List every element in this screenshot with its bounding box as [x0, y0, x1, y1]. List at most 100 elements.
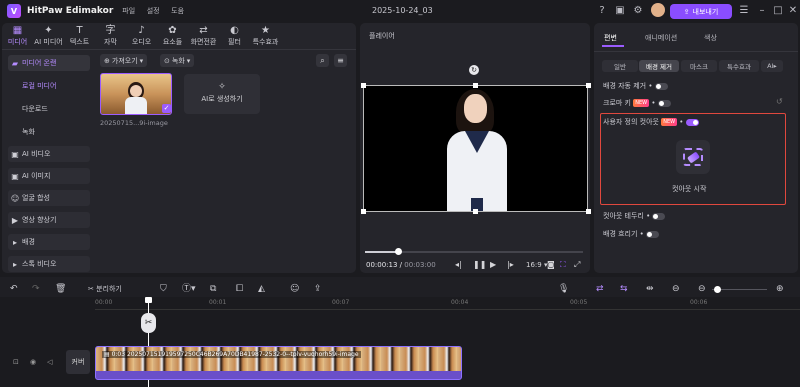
sidebar-item-record[interactable]: 녹화: [22, 124, 90, 140]
mic-icon[interactable]: 🎙: [558, 283, 569, 295]
tab-color[interactable]: 색상: [704, 33, 717, 43]
handle-tl[interactable]: [361, 83, 366, 88]
minimize-icon[interactable]: –: [756, 5, 768, 17]
playhead-top[interactable]: [145, 297, 152, 303]
start-cutout-button[interactable]: [676, 140, 710, 174]
media-thumbnail[interactable]: ✓: [100, 73, 172, 115]
zoom-in-icon[interactable]: ⊕: [776, 283, 784, 295]
video-clip[interactable]: ▤ 0:03 202507151919597250C46B269A70DB419…: [95, 346, 462, 380]
pause-icon[interactable]: ❚❚: [473, 260, 486, 269]
custom-cutout-toggle[interactable]: [685, 118, 699, 126]
handle-br[interactable]: [586, 209, 591, 214]
split-button[interactable]: ✂ 분리하기: [88, 283, 122, 295]
tool-filter[interactable]: ◐ 필터: [219, 23, 250, 47]
chroma-key-toggle[interactable]: [657, 99, 671, 107]
tool-ai-media[interactable]: ✦ AI 미디어: [33, 23, 64, 47]
tool-elements[interactable]: ✿ 요소들: [157, 23, 188, 47]
sidebar-item-media-online[interactable]: ▰ 미디어 온랜: [8, 55, 90, 71]
person-icon[interactable]: ☺: [290, 283, 299, 295]
time-total: 00:03:00: [404, 261, 436, 269]
subtab-bg-remove[interactable]: 배경 제거: [639, 60, 679, 72]
sidebar-item-face-swap[interactable]: ☺ 얼굴 합성: [8, 190, 90, 206]
image-icon[interactable]: ▣: [614, 5, 626, 17]
record-button[interactable]: ⊙ 녹화 ▾: [160, 54, 195, 67]
crop-tool-icon[interactable]: ⧠: [236, 283, 243, 295]
menu-file[interactable]: 파일: [122, 7, 135, 15]
avatar[interactable]: [651, 3, 665, 17]
rotate-icon[interactable]: ↻: [469, 65, 479, 75]
handle-tr[interactable]: [586, 83, 591, 88]
handle-bc[interactable]: [473, 209, 478, 214]
play-icon[interactable]: ▶: [490, 260, 496, 269]
adjust-icon[interactable]: ⧉: [210, 283, 216, 295]
link-icon[interactable]: ⇄: [596, 283, 604, 295]
handle-tc[interactable]: [473, 83, 478, 88]
tool-text[interactable]: T 텍스트: [64, 23, 95, 47]
mute-icon[interactable]: ◁: [47, 358, 52, 366]
help-icon[interactable]: ?: [596, 5, 608, 17]
menu-help[interactable]: 도움: [171, 7, 184, 15]
eye-icon[interactable]: ◉: [30, 358, 36, 366]
subtab-ai[interactable]: AI ▸: [761, 60, 783, 72]
text-tool-icon[interactable]: Ⓣ▾: [182, 283, 196, 295]
ai-generate-button[interactable]: ✧ AI로 생성하기: [184, 74, 260, 114]
progress-handle[interactable]: [394, 248, 402, 255]
app-name: HitPaw Edimakor: [27, 6, 114, 16]
sidebar-item-video-enhancer[interactable]: ▶ 영상 향상기: [8, 212, 90, 228]
search-icon[interactable]: ⌕: [316, 54, 329, 67]
mirror-icon[interactable]: ◭: [258, 283, 265, 295]
bg-blur-toggle[interactable]: [646, 230, 660, 238]
cutout-border-toggle[interactable]: [652, 212, 666, 220]
magnet-icon[interactable]: ⇆: [620, 283, 628, 295]
sidebar-item-stock-video[interactable]: ▸ 스톡 비디오: [8, 256, 90, 272]
list-view-icon[interactable]: ≡: [334, 54, 347, 67]
maximize-icon[interactable]: □: [772, 5, 784, 17]
sidebar-item-ai-image[interactable]: ▣ AI 이미지: [8, 168, 90, 184]
zoom-out-icon[interactable]: ⊖: [698, 283, 706, 295]
next-frame-icon[interactable]: |▸: [507, 260, 514, 269]
redo-icon[interactable]: ↷: [32, 283, 40, 295]
subtab-effects[interactable]: 특수효과: [719, 60, 759, 72]
tool-media[interactable]: ▦ 미디어: [2, 23, 33, 47]
menu-settings[interactable]: 설정: [147, 7, 160, 15]
settings-icon[interactable]: ⚙: [632, 5, 644, 17]
handle-bl[interactable]: [361, 209, 366, 214]
tab-animation[interactable]: 애니메이션: [645, 33, 677, 43]
tool-audio[interactable]: ♪ 오디오: [126, 23, 157, 47]
sidebar-item-local-media[interactable]: 로컬 미디어: [22, 78, 90, 94]
zoom-slider-handle[interactable]: [714, 286, 721, 293]
sidebar-item-download[interactable]: 다운로드: [22, 101, 90, 117]
ruler-tick: 00:06: [690, 299, 708, 306]
track-icon[interactable]: ⊖: [672, 283, 680, 295]
undo-icon[interactable]: ↶: [10, 283, 18, 295]
shield-icon[interactable]: ⛉: [160, 283, 167, 295]
import-button[interactable]: ⊕ 가져오기 ▾: [100, 54, 148, 67]
bg-blur-row: 배경 흐리기 •: [603, 229, 660, 239]
split-scissors-icon[interactable]: ✂: [141, 313, 156, 333]
progress-track[interactable]: [365, 248, 583, 255]
close-icon[interactable]: ✕: [788, 5, 798, 17]
export-frame-icon[interactable]: ⇪: [314, 283, 322, 295]
tab-edit[interactable]: 편변: [604, 33, 617, 43]
snapshot-icon[interactable]: ◙: [547, 260, 555, 269]
export-button[interactable]: ⇪ 내보내기: [670, 4, 732, 19]
lock-icon[interactable]: ⊡: [13, 358, 19, 366]
fullscreen-icon[interactable]: ⤢: [574, 260, 580, 270]
aspect-ratio-select[interactable]: 16:9 ▾: [526, 261, 547, 269]
tool-subtitle[interactable]: 字 자막: [95, 23, 126, 47]
delete-icon[interactable]: 🗑: [55, 283, 66, 295]
sidebar-item-background[interactable]: ▸ 배경: [8, 234, 90, 250]
crop-icon[interactable]: ⛶: [560, 260, 566, 270]
sidebar-item-ai-video[interactable]: ▣ AI 비디오: [8, 146, 90, 162]
subtab-general[interactable]: 일반: [602, 60, 638, 72]
menu-icon[interactable]: ☰: [738, 5, 750, 17]
tool-transition[interactable]: ⇄ 화면전환: [188, 23, 219, 47]
prev-frame-icon[interactable]: ◂|: [455, 260, 462, 269]
auto-bg-remove-toggle[interactable]: [654, 82, 668, 90]
subtab-mask[interactable]: 마스크: [681, 60, 717, 72]
video-canvas[interactable]: [363, 85, 588, 212]
tool-effects[interactable]: ★ 특수효과: [250, 23, 281, 47]
cover-button[interactable]: 커버: [66, 350, 90, 374]
fit-icon[interactable]: ⇹: [646, 283, 654, 295]
reset-icon[interactable]: ↺: [776, 97, 783, 106]
